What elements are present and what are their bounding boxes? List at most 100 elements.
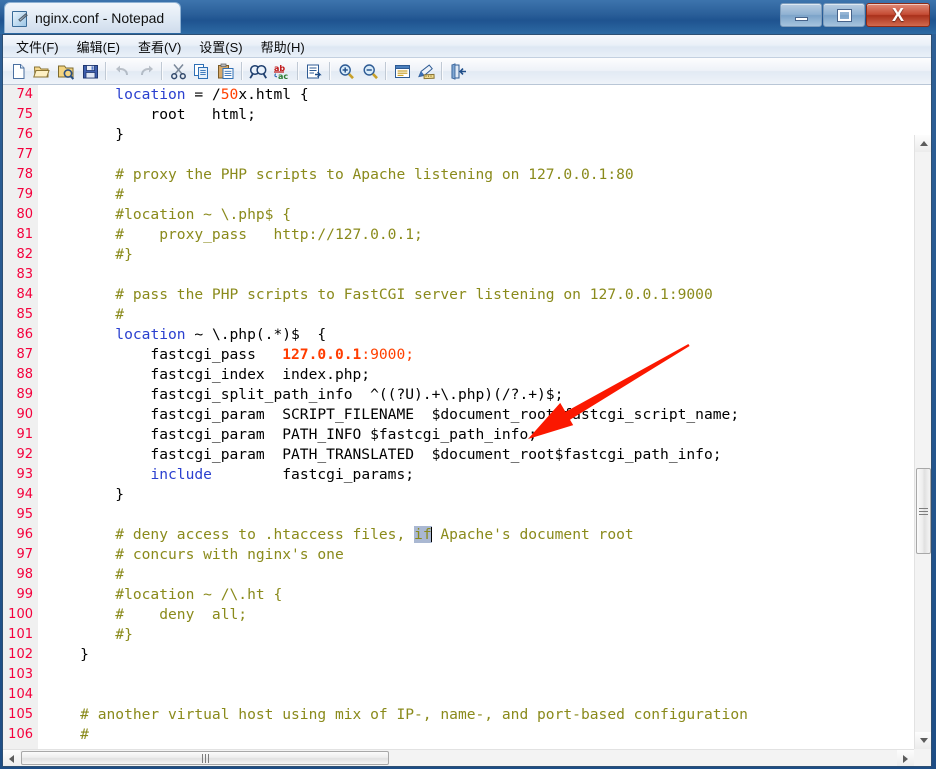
find-icon[interactable] (246, 60, 270, 83)
code-line[interactable]: 91 fastcgi_param PATH_INFO $fastcgi_path… (3, 425, 931, 445)
save-icon[interactable] (78, 60, 102, 83)
menu-view[interactable]: 查看(V) (129, 35, 190, 58)
line-text[interactable]: # proxy_pass http://127.0.0.1; (45, 225, 423, 245)
line-text[interactable]: fastcgi_index index.php; (45, 365, 370, 385)
code-line[interactable]: 90 fastcgi_param SCRIPT_FILENAME $docume… (3, 405, 931, 425)
line-text[interactable]: # concurs with nginx's one (45, 545, 343, 565)
menu-file[interactable]: 文件(F) (7, 35, 68, 58)
line-text[interactable]: # (45, 725, 89, 745)
code-editor[interactable]: 74 location = /50x.html {75 root html; 76… (3, 85, 931, 766)
code-line[interactable]: 98 # (3, 565, 931, 585)
paste-icon[interactable] (214, 60, 238, 83)
code-text-area[interactable]: 74 location = /50x.html {75 root html; 76… (3, 85, 931, 766)
scroll-down-button[interactable] (915, 732, 931, 749)
line-text[interactable]: # deny access to .htaccess files, if Apa… (45, 525, 634, 545)
line-text[interactable]: # pass the PHP scripts to FastCGI server… (45, 285, 712, 305)
line-text[interactable]: include fastcgi_params; (45, 465, 414, 485)
code-line[interactable]: 84 # pass the PHP scripts to FastCGI ser… (3, 285, 931, 305)
code-line[interactable]: 92 fastcgi_param PATH_TRANSLATED $docume… (3, 445, 931, 465)
horizontal-scrollbar[interactable] (3, 749, 914, 766)
line-text[interactable]: fastcgi_param SCRIPT_FILENAME $document_… (45, 405, 739, 425)
code-line[interactable]: 94 } (3, 485, 931, 505)
word-wrap-icon[interactable] (390, 60, 414, 83)
line-text[interactable]: # proxy the PHP scripts to Apache listen… (45, 165, 633, 185)
code-line[interactable]: 93 include fastcgi_params; (3, 465, 931, 485)
code-line[interactable]: 99 #location ~ /\.ht { (3, 585, 931, 605)
exit-icon[interactable] (446, 60, 470, 83)
code-line[interactable]: 103 (3, 665, 931, 685)
open-folder-icon[interactable] (30, 60, 54, 83)
goto-line-icon[interactable] (302, 60, 326, 83)
cut-icon[interactable] (166, 60, 190, 83)
line-text[interactable]: # deny all; (45, 605, 247, 625)
code-line[interactable]: 102 } (3, 645, 931, 665)
menu-help[interactable]: 帮助(H) (252, 35, 314, 58)
code-line[interactable]: 77 (3, 145, 931, 165)
vertical-scrollbar[interactable] (914, 135, 931, 749)
zoom-out-icon[interactable] (358, 60, 382, 83)
line-text[interactable]: fastcgi_pass 127.0.0.1:9000; (45, 345, 414, 365)
scroll-right-button[interactable] (897, 750, 914, 766)
line-number: 82 (16, 247, 33, 262)
code-line[interactable]: 96 # deny access to .htaccess files, if … (3, 525, 931, 545)
code-line[interactable]: 86 location ~ \.php(.*)$ { (3, 325, 931, 345)
undo-icon[interactable] (110, 60, 134, 83)
line-text[interactable]: fastcgi_param PATH_TRANSLATED $document_… (45, 445, 722, 465)
code-line[interactable]: 82 #} (3, 245, 931, 265)
close-button[interactable]: X (866, 3, 930, 27)
code-line[interactable]: 97 # concurs with nginx's one (3, 545, 931, 565)
line-text[interactable]: root html; (45, 105, 255, 125)
code-token: fastcgi_param PATH_TRANSLATED $document_… (45, 446, 722, 463)
line-text[interactable]: fastcgi_param PATH_INFO $fastcgi_path_in… (45, 425, 537, 445)
open-recent-icon[interactable] (54, 60, 78, 83)
code-line[interactable]: 75 root html; (3, 105, 931, 125)
redo-icon[interactable] (134, 60, 158, 83)
zoom-in-icon[interactable] (334, 60, 358, 83)
menu-settings[interactable]: 设置(S) (190, 35, 251, 58)
new-file-icon[interactable] (6, 60, 30, 83)
line-text[interactable]: } (45, 485, 124, 505)
code-line[interactable]: 81 # proxy_pass http://127.0.0.1; (3, 225, 931, 245)
separator (161, 62, 163, 80)
minimize-button[interactable] (780, 3, 822, 27)
maximize-button[interactable] (823, 3, 865, 27)
line-text[interactable]: location ~ \.php(.*)$ { (45, 325, 326, 345)
code-line[interactable]: 74 location = /50x.html { (3, 85, 931, 105)
line-text[interactable]: # (45, 185, 124, 205)
window-title-tab[interactable]: nginx.conf - Notepad (4, 2, 182, 33)
code-line[interactable]: 76 } (3, 125, 931, 145)
code-line[interactable]: 88 fastcgi_index index.php; (3, 365, 931, 385)
code-line[interactable]: 89 fastcgi_split_path_info ^((?U).+\.php… (3, 385, 931, 405)
vertical-scrollbar-thumb[interactable] (916, 468, 931, 554)
line-text[interactable]: } (45, 645, 89, 665)
highlight-icon[interactable] (414, 60, 438, 83)
code-line[interactable]: 105 # another virtual host using mix of … (3, 705, 931, 725)
code-line[interactable]: 83 (3, 265, 931, 285)
code-line[interactable]: 100 # deny all; (3, 605, 931, 625)
line-text[interactable]: #location ~ /\.ht { (45, 585, 282, 605)
horizontal-scrollbar-thumb[interactable] (21, 751, 389, 765)
code-line[interactable]: 106 # (3, 725, 931, 745)
code-line[interactable]: 78 # proxy the PHP scripts to Apache lis… (3, 165, 931, 185)
code-line[interactable]: 80 #location ~ \.php$ { (3, 205, 931, 225)
code-line[interactable]: 101 #} (3, 625, 931, 645)
line-text[interactable]: # (45, 305, 124, 325)
line-text[interactable]: fastcgi_split_path_info ^((?U).+\.php)(/… (45, 385, 563, 405)
code-line[interactable]: 95 (3, 505, 931, 525)
line-text[interactable]: location = /50x.html { (45, 85, 308, 105)
line-text[interactable]: #} (45, 245, 133, 265)
line-text[interactable]: } (45, 125, 124, 145)
code-line[interactable]: 79 # (3, 185, 931, 205)
line-text[interactable]: #} (45, 625, 133, 645)
code-line[interactable]: 104 (3, 685, 931, 705)
menu-edit[interactable]: 编辑(E) (68, 35, 129, 58)
line-text[interactable]: # another virtual host using mix of IP-,… (45, 705, 748, 725)
code-line[interactable]: 85 # (3, 305, 931, 325)
scroll-up-button[interactable] (915, 135, 931, 152)
copy-icon[interactable] (190, 60, 214, 83)
scroll-left-button[interactable] (3, 750, 20, 766)
replace-icon[interactable]: ab ac (270, 60, 294, 83)
code-line[interactable]: 87 fastcgi_pass 127.0.0.1:9000; (3, 345, 931, 365)
line-text[interactable]: #location ~ \.php$ { (45, 205, 291, 225)
line-text[interactable]: # (45, 565, 124, 585)
